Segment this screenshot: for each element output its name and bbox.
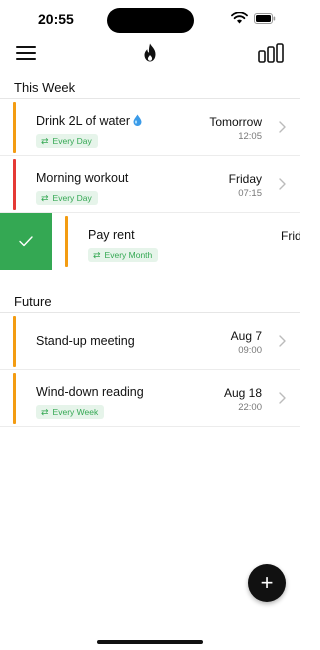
water-drop-icon [133, 114, 142, 126]
dynamic-island [107, 8, 194, 33]
task-time: 22:00 [238, 402, 262, 413]
task-title: Pay rent [88, 228, 135, 242]
task-day: Aug 7 [230, 329, 262, 343]
task-accent [13, 159, 16, 210]
repeat-icon: ⇄ [41, 135, 49, 146]
task-day: Aug 18 [223, 386, 262, 400]
battery-icon [254, 13, 276, 24]
check-icon [19, 236, 33, 247]
task-title: Drink 2L of water [36, 114, 142, 128]
swiped-task-content[interactable]: Pay rent ⇄ Every Month Frid [52, 213, 300, 270]
task-row-morning-workout[interactable]: Morning workout ⇄ Every Day Friday 07:15 [0, 156, 300, 213]
status-time: 20:55 [38, 11, 74, 27]
section-title-this-week: This Week [14, 80, 76, 95]
status-bar: 20:55 [0, 0, 300, 40]
wifi-icon [231, 12, 248, 24]
complete-swipe-action[interactable] [0, 213, 52, 270]
task-accent [13, 316, 16, 367]
chevron-right-icon [279, 121, 286, 133]
menu-icon[interactable] [16, 46, 36, 60]
task-day: Tomorrow [209, 115, 262, 129]
home-indicator[interactable] [97, 640, 203, 644]
task-day: Frid [281, 229, 300, 243]
repeat-icon: ⇄ [41, 192, 49, 203]
chevron-right-icon [279, 178, 286, 190]
task-accent [13, 373, 16, 424]
repeat-badge: ⇄ Every Day [36, 191, 98, 205]
task-title: Morning workout [36, 171, 129, 185]
task-row-wind-down-reading[interactable]: Wind-down reading ⇄ Every Week Aug 18 22:… [0, 370, 300, 427]
task-time: 07:15 [238, 188, 262, 199]
task-time: 12:05 [238, 131, 262, 142]
repeat-icon: ⇄ [41, 406, 49, 417]
flame-icon [144, 43, 156, 62]
task-title: Stand-up meeting [36, 334, 135, 348]
repeat-badge: ⇄ Every Month [88, 248, 159, 262]
add-task-button[interactable]: + [248, 564, 286, 602]
repeat-badge: ⇄ Every Week [36, 405, 105, 419]
task-row-pay-rent[interactable]: Pay rent ⇄ Every Month Frid [0, 213, 300, 270]
app-header [0, 40, 300, 76]
repeat-icon: ⇄ [93, 249, 101, 260]
task-accent [13, 102, 16, 153]
task-row-drink-water[interactable]: Drink 2L of water ⇄ Every Day Tomorrow 12… [0, 99, 300, 156]
chevron-right-icon [279, 335, 286, 347]
task-time: 09:00 [238, 345, 262, 356]
task-accent [65, 216, 68, 267]
section-title-future: Future [14, 294, 52, 309]
task-title: Wind-down reading [36, 385, 144, 399]
chevron-right-icon [279, 392, 286, 404]
stats-icon[interactable] [258, 43, 284, 63]
repeat-badge: ⇄ Every Day [36, 134, 98, 148]
task-row-standup-meeting[interactable]: Stand-up meeting Aug 7 09:00 [0, 313, 300, 370]
task-day: Friday [228, 172, 262, 186]
